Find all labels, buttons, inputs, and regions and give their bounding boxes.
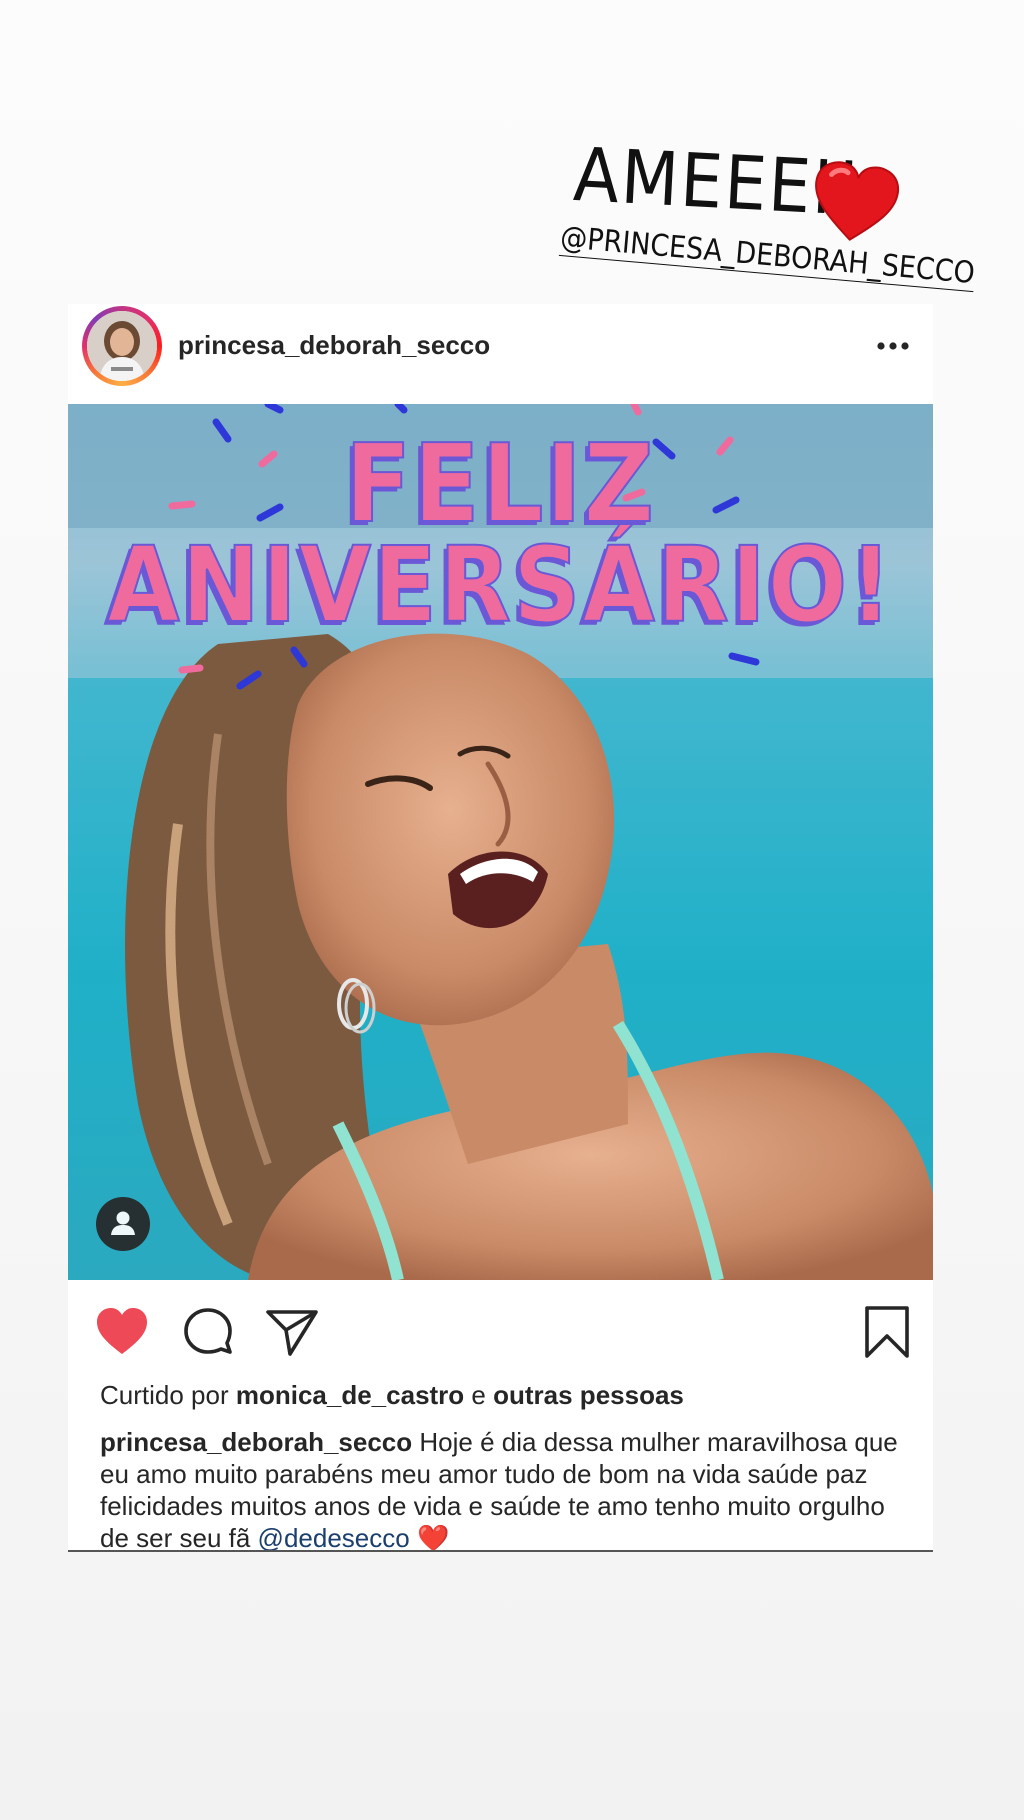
red-heart-icon <box>805 154 906 250</box>
headline-line2: ANIVERSÁRIO! <box>106 523 894 647</box>
post-caption: princesa_deborah_secco Hoje é dia dessa … <box>100 1426 910 1552</box>
paper-plane-icon[interactable] <box>264 1304 320 1360</box>
caption-emoji: ❤️ <box>416 1523 450 1552</box>
heart-filled-icon[interactable] <box>94 1304 150 1360</box>
avatar[interactable] <box>82 306 162 386</box>
likes-prefix: Curtido por <box>100 1380 229 1410</box>
post-header: princesa_deborah_secco <box>68 304 933 404</box>
post-actions <box>68 1280 933 1380</box>
ellipsis-icon[interactable] <box>871 326 915 366</box>
sticker-mention[interactable]: @PRINCESA_DEBORAH_SECCO <box>558 220 977 293</box>
post-username[interactable]: princesa_deborah_secco <box>178 330 490 361</box>
likes-user[interactable]: monica_de_castro <box>236 1380 464 1410</box>
comment-icon[interactable] <box>180 1304 236 1360</box>
person-icon[interactable] <box>96 1197 150 1251</box>
post-image[interactable]: FELIZ ANIVERSÁRIO! <box>68 404 933 1280</box>
likes-connector: e <box>471 1380 486 1410</box>
avatar-image <box>87 311 157 381</box>
post-card: princesa_deborah_secco FELIZ ANIVERSÁRIO… <box>68 304 933 1552</box>
likes-others[interactable]: outras pessoas <box>493 1380 684 1410</box>
caption-mention[interactable]: @dedesecco <box>258 1523 410 1550</box>
likes-line: Curtido por monica_de_castro e outras pe… <box>100 1380 684 1411</box>
caption-username[interactable]: princesa_deborah_secco <box>100 1427 412 1457</box>
bookmark-icon[interactable] <box>859 1304 915 1360</box>
story-sticker: AMEEEI! @PRINCESA_DEBORAH_SECCO <box>558 120 977 310</box>
